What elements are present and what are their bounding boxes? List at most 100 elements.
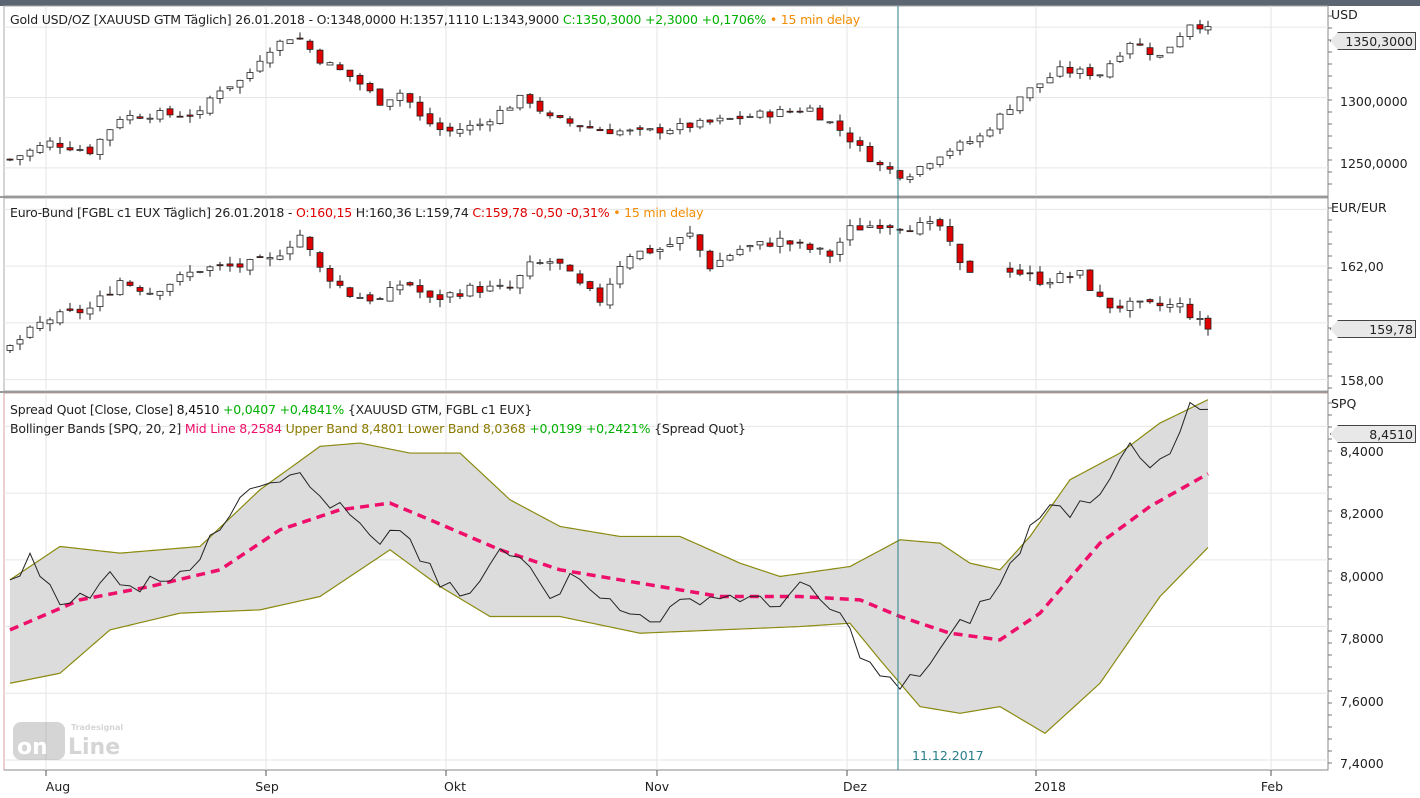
spread-last-price-tag: 8,4510 [1330, 425, 1416, 443]
bund-candle [426, 290, 434, 298]
chart-canvas[interactable] [0, 0, 1420, 798]
x-tick-label: Feb [1260, 779, 1284, 794]
bollinger-lower: Lower Band 8,0368 [407, 421, 526, 436]
gold-candle [796, 110, 804, 113]
gold-candle [36, 145, 44, 153]
bund-candle [936, 219, 944, 227]
gold-candle [546, 112, 554, 117]
spread-header: Spread Quot [Close, Close] 8,4510 +0,040… [10, 402, 532, 417]
svg-text:on: on [17, 735, 48, 760]
bund-last-price-tag: 159,78 [1330, 320, 1416, 338]
bund-candle [746, 245, 754, 248]
gold-candle [1096, 74, 1104, 77]
spread-tick: 8,2000 [1340, 506, 1384, 521]
gold-candle [296, 37, 304, 40]
gold-candle [516, 94, 524, 109]
gold-candle [246, 72, 254, 79]
bund-candle [1166, 304, 1174, 308]
gold-candle [876, 161, 884, 166]
gold-candle [356, 74, 364, 85]
gold-open: O:1348,0000 [316, 12, 396, 27]
bund-candle [776, 237, 784, 247]
x-tick-label: Dez [843, 779, 867, 794]
gold-candle [266, 51, 274, 64]
bund-candle [696, 234, 704, 251]
spread-unit: SPQ [1331, 396, 1357, 411]
bund-candle [1196, 318, 1204, 320]
gold-candle [1026, 87, 1034, 99]
gold-candle [1036, 83, 1044, 88]
bund-candle [286, 246, 294, 255]
spread-tick: 8,0000 [1340, 569, 1384, 584]
bund-candle [526, 261, 534, 277]
gold-candle [566, 118, 574, 124]
bund-candle [856, 225, 864, 231]
gold-candle [736, 115, 744, 120]
bund-candle [1046, 281, 1054, 285]
gold-candle [606, 129, 614, 135]
spread-tick: 8,4000 [1340, 444, 1384, 459]
gold-candle [496, 109, 504, 124]
bund-candle [876, 224, 884, 229]
gold-candle [46, 140, 54, 148]
gold-candle [586, 126, 594, 129]
bund-candle [106, 293, 114, 296]
gold-change: +2,3000 [644, 12, 698, 27]
gold-candle [676, 123, 684, 131]
bund-candle [1066, 276, 1074, 278]
bollinger-change: +0,0199 [529, 421, 583, 436]
gold-header: Gold USD/OZ [XAUUSD GTM Täglich] 26.01.2… [10, 12, 860, 27]
bund-candle [656, 248, 664, 253]
bund-candle [516, 275, 524, 289]
bund-candle [16, 339, 24, 345]
gold-candle [976, 135, 984, 143]
gold-candle [596, 128, 604, 132]
gold-close: C:1350,3000 [562, 12, 642, 27]
gold-candle [816, 107, 824, 121]
gold-candle [1076, 68, 1084, 74]
crosshair-date-label: 11.12.2017 [912, 748, 984, 763]
gold-candle [396, 92, 404, 101]
tradesignal-online-logo: on Line Tradesignal [13, 722, 123, 760]
bund-candle [666, 244, 674, 247]
bund-candle [506, 286, 514, 289]
x-tick-label: Okt [444, 779, 466, 794]
gold-candle [476, 123, 484, 127]
bund-header: Euro-Bund [FGBL c1 EUX Täglich] 26.01.20… [10, 205, 704, 220]
bollinger-suffix: {Spread Quot} [654, 421, 746, 436]
bund-candle [826, 250, 834, 257]
bund-candle [6, 345, 14, 351]
gold-candle [826, 121, 834, 124]
gold-candle [376, 88, 384, 106]
gold-candle [136, 116, 144, 119]
bund-candle [1176, 303, 1184, 308]
gold-candle [906, 176, 914, 180]
bund-candle [816, 247, 824, 250]
gold-candle [106, 129, 114, 141]
bund-candle [216, 264, 224, 267]
bund-candle [456, 293, 464, 297]
gold-candle [556, 115, 564, 118]
bund-candle [486, 285, 494, 292]
bund-candle [36, 321, 44, 329]
gold-candle [576, 125, 584, 128]
gold-candle [986, 129, 994, 137]
bund-candle [386, 287, 394, 302]
gold-candle [806, 107, 814, 112]
bund-candle [756, 241, 764, 246]
bund-candle [166, 283, 174, 292]
bollinger-header: Bollinger Bands [SPQ, 20, 2] Mid Line 8,… [10, 421, 746, 436]
bund-candle [1186, 303, 1194, 319]
gold-high: H:1357,1110 [399, 12, 479, 27]
gold-tick: 1250,0000 [1340, 156, 1408, 171]
bund-candle [546, 261, 554, 264]
bund-candle [46, 319, 54, 325]
gold-candle [646, 128, 654, 131]
gold-candle [1016, 96, 1024, 112]
bund-candle [616, 266, 624, 285]
gold-candle [226, 86, 234, 90]
bund-delay: • 15 min delay [613, 205, 704, 220]
bund-candle [86, 307, 94, 315]
bund-candle [406, 282, 414, 286]
bund-candle [786, 240, 794, 245]
